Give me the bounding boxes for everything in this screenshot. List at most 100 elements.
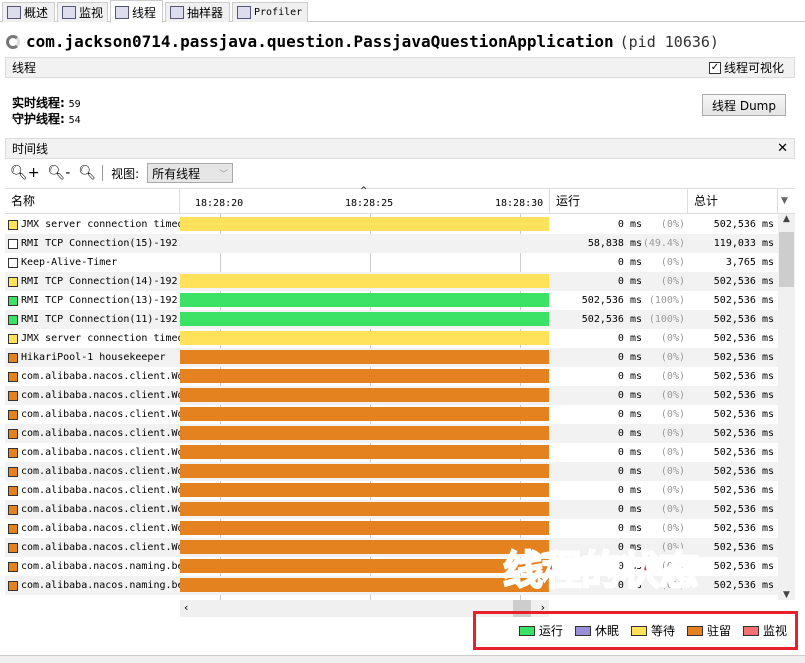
run-percent: (100%): [648, 295, 685, 306]
table-row[interactable]: com.alibaba.nacos.client.Wo 0 ms (0%) 502,5…: [5, 500, 778, 519]
tab-sampler[interactable]: 抽样器: [165, 2, 230, 22]
run-percent: (0%): [660, 333, 685, 344]
state-bar-park: [180, 369, 549, 383]
zoom-in-icon[interactable]: 🔍︎+: [10, 165, 40, 181]
legend-label: 等待: [650, 624, 675, 638]
table-row[interactable]: com.alibaba.nacos.client.Wo 0 ms (0%) 502,5…: [5, 519, 778, 538]
state-legend: 运行 休眠 等待 驻留 监视: [473, 611, 798, 650]
scrollbar-thumb[interactable]: [779, 232, 794, 287]
total-time: 502,536 ms: [713, 333, 774, 344]
state-swatch: [8, 523, 18, 534]
run-time: 502,536 ms: [581, 295, 642, 306]
legend-label: 监视: [762, 624, 787, 638]
tick-label: 18:28:30: [495, 198, 544, 209]
state-swatch: [8, 238, 18, 249]
thread-name: com.alibaba.nacos.client.Wo: [21, 542, 180, 553]
scroll-down-icon[interactable]: ▼: [778, 590, 795, 600]
run-time: 0 ms: [617, 257, 642, 268]
run-time: 0 ms: [617, 485, 642, 496]
state-swatch: [8, 542, 18, 553]
total-time: 502,536 ms: [713, 504, 774, 515]
column-menu-icon[interactable]: ▼: [778, 188, 795, 214]
table-row[interactable]: com.alibaba.nacos.client.Wo 0 ms (0%) 502,5…: [5, 443, 778, 462]
run-percent: (0%): [660, 409, 685, 420]
table-row[interactable]: com.alibaba.nacos.client.Wo 0 ms (0%) 502,5…: [5, 367, 778, 386]
legend-label: 运行: [538, 624, 563, 638]
loading-icon: [6, 34, 20, 49]
legend-swatch: [742, 625, 759, 636]
chart-icon: [62, 6, 76, 19]
run-time: 0 ms: [617, 352, 642, 363]
total-time: 3,765 ms: [725, 257, 774, 268]
live-threads-label: 实时线程:: [12, 96, 65, 110]
thread-dump-button[interactable]: 线程 Dump: [702, 94, 786, 116]
info-icon: [7, 6, 21, 19]
vertical-scrollbar[interactable]: ▲ ▼: [778, 214, 795, 600]
table-row[interactable]: JMX server connection timeout 0 ms (0%) 502…: [5, 329, 778, 348]
table-row[interactable]: JMX server connection timeout 0 ms (0%) 502…: [5, 215, 778, 234]
thread-name: com.alibaba.nacos.client.Wo: [21, 447, 180, 458]
state-swatch: [8, 371, 18, 382]
table-row[interactable]: RMI TCP Connection(14)-192. 0 ms (0%) 502,5…: [5, 272, 778, 291]
run-time: 0 ms: [617, 333, 642, 344]
total-time: 502,536 ms: [713, 276, 774, 287]
total-time: 502,536 ms: [713, 542, 774, 553]
table-row[interactable]: com.alibaba.nacos.client.Wo 0 ms (0%) 502,5…: [5, 462, 778, 481]
chevron-down-icon: ﹀: [219, 169, 229, 180]
legend-swatch: [686, 625, 703, 636]
state-swatch: [8, 580, 18, 591]
column-header-run[interactable]: 运行: [550, 188, 688, 214]
thread-name: com.alibaba.nacos.client.Wo: [21, 409, 180, 420]
close-icon[interactable]: ✕: [777, 141, 788, 156]
zoom-out-icon[interactable]: 🔍︎-: [48, 165, 71, 181]
view-select[interactable]: 所有线程 ﹀: [147, 163, 234, 183]
total-time: 502,536 ms: [713, 466, 774, 477]
table-row[interactable]: com.alibaba.nacos.client.Wo 0 ms (0%) 502,5…: [5, 386, 778, 405]
run-time: 0 ms: [617, 371, 642, 382]
total-time: 502,536 ms: [713, 371, 774, 382]
run-time: 502,536 ms: [581, 314, 642, 325]
table-row[interactable]: com.alibaba.nacos.client.Wo 0 ms (0%) 502,5…: [5, 481, 778, 500]
tab-clock[interactable]: Profiler: [232, 2, 308, 22]
run-percent: (0%): [660, 447, 685, 458]
tick-label: 18:28:25: [345, 198, 394, 209]
table-row[interactable]: Keep-Alive-Timer 0 ms (0%) 3,765 ms: [5, 253, 778, 272]
state-swatch: [8, 428, 18, 439]
run-percent: (0%): [660, 428, 685, 439]
run-percent: (0%): [660, 485, 685, 496]
table-row[interactable]: com.alibaba.nacos.client.Wo 0 ms (0%) 502,5…: [5, 405, 778, 424]
daemon-threads-label: 守护线程:: [12, 112, 65, 126]
table-row[interactable]: com.alibaba.nacos.client.Wo 0 ms (0%) 502,5…: [5, 424, 778, 443]
thread-name: com.alibaba.nacos.client.Wo: [21, 390, 180, 401]
threads-icon: [115, 5, 129, 19]
thread-name: JMX server connection timeout: [21, 219, 180, 230]
state-bar-park: [180, 559, 549, 573]
tab-info[interactable]: 概述: [2, 2, 55, 22]
column-header-total[interactable]: 总计: [688, 188, 778, 214]
state-swatch: [8, 219, 18, 230]
table-row[interactable]: HikariPool-1 housekeeper 0 ms (0%) 502,536 …: [5, 348, 778, 367]
column-header-name[interactable]: 名称: [5, 188, 180, 214]
total-time: 502,536 ms: [713, 428, 774, 439]
zoom-fit-icon[interactable]: 🔍︎: [78, 165, 104, 181]
run-time: 0 ms: [617, 504, 642, 515]
state-swatch: [8, 561, 18, 572]
state-swatch: [8, 295, 18, 306]
scroll-left-icon[interactable]: ‹: [184, 601, 188, 614]
thread-counts: 实时线程: 59 守护线程: 54: [12, 96, 81, 128]
table-row[interactable]: RMI TCP Connection(15)-192. 58,838 ms (49.…: [5, 234, 778, 253]
table-row[interactable]: RMI TCP Connection(11)-192. 502,536 ms (10…: [5, 310, 778, 329]
scroll-up-icon[interactable]: ▲: [778, 214, 795, 224]
state-swatch: [8, 276, 18, 287]
run-time: 0 ms: [617, 428, 642, 439]
table-row[interactable]: RMI TCP Connection(13)-192. 502,536 ms (10…: [5, 291, 778, 310]
run-time: 0 ms: [617, 466, 642, 477]
timeline-toolbar: 🔍︎+ 🔍︎- 🔍︎ 视图: 所有线程 ﹀: [10, 162, 234, 184]
state-swatch: [8, 390, 18, 401]
tab-chart[interactable]: 监视: [57, 2, 108, 22]
visualize-checkbox[interactable]: ✓ 线程可视化: [708, 59, 784, 76]
tab-threads[interactable]: 线程: [110, 0, 163, 23]
column-header-timeline[interactable]: 18:28:20 18:28:25 18:28:30 ^: [180, 186, 550, 214]
run-time: 0 ms: [617, 409, 642, 420]
state-swatch: [8, 314, 18, 325]
